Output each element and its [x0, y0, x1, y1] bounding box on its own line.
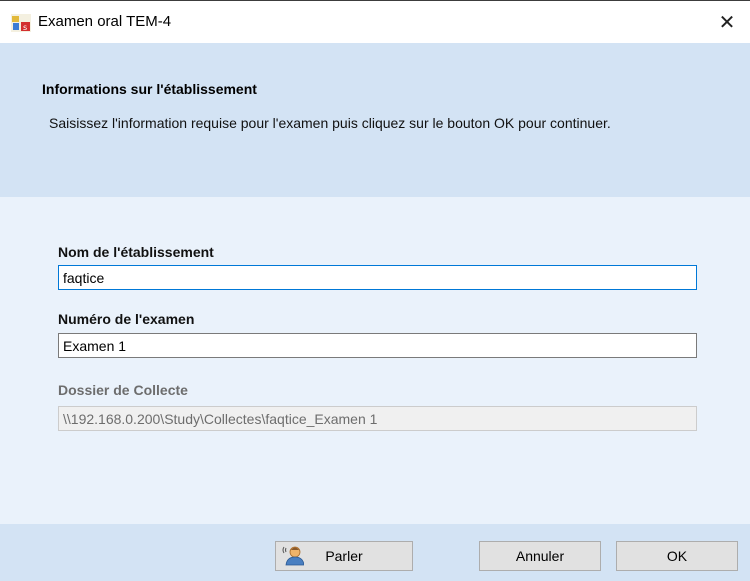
- header-description: Saisissez l'information requise pour l'e…: [49, 115, 611, 131]
- speaker-person-icon: [282, 546, 304, 566]
- title-bar[interactable]: s Examen oral TEM-4 ✕: [0, 1, 750, 43]
- institution-label: Nom de l'établissement: [58, 244, 214, 260]
- header-panel: Informations sur l'établissement Saisiss…: [0, 43, 750, 197]
- ok-button[interactable]: OK: [616, 541, 738, 571]
- close-button[interactable]: ✕: [704, 1, 750, 43]
- cancel-button[interactable]: Annuler: [479, 541, 601, 571]
- exam-number-input[interactable]: [58, 333, 697, 358]
- cancel-button-label: Annuler: [515, 548, 565, 564]
- tem-app-icon: s: [11, 14, 31, 32]
- speak-button-label: Parler: [325, 548, 363, 564]
- window-title: Examen oral TEM-4: [38, 13, 172, 30]
- close-icon: ✕: [718, 11, 736, 34]
- speak-button[interactable]: Parler: [275, 541, 413, 571]
- dialog-window: s Examen oral TEM-4 ✕ Informations sur l…: [0, 0, 750, 581]
- header-title: Informations sur l'établissement: [42, 81, 257, 97]
- svg-text:s: s: [23, 23, 27, 32]
- ok-button-label: OK: [666, 548, 688, 564]
- collection-folder-label: Dossier de Collecte: [58, 382, 188, 398]
- collection-folder-input: [58, 406, 697, 431]
- button-bar: Parler Annuler OK: [0, 524, 750, 581]
- institution-input[interactable]: [58, 265, 697, 290]
- exam-number-label: Numéro de l'examen: [58, 311, 195, 327]
